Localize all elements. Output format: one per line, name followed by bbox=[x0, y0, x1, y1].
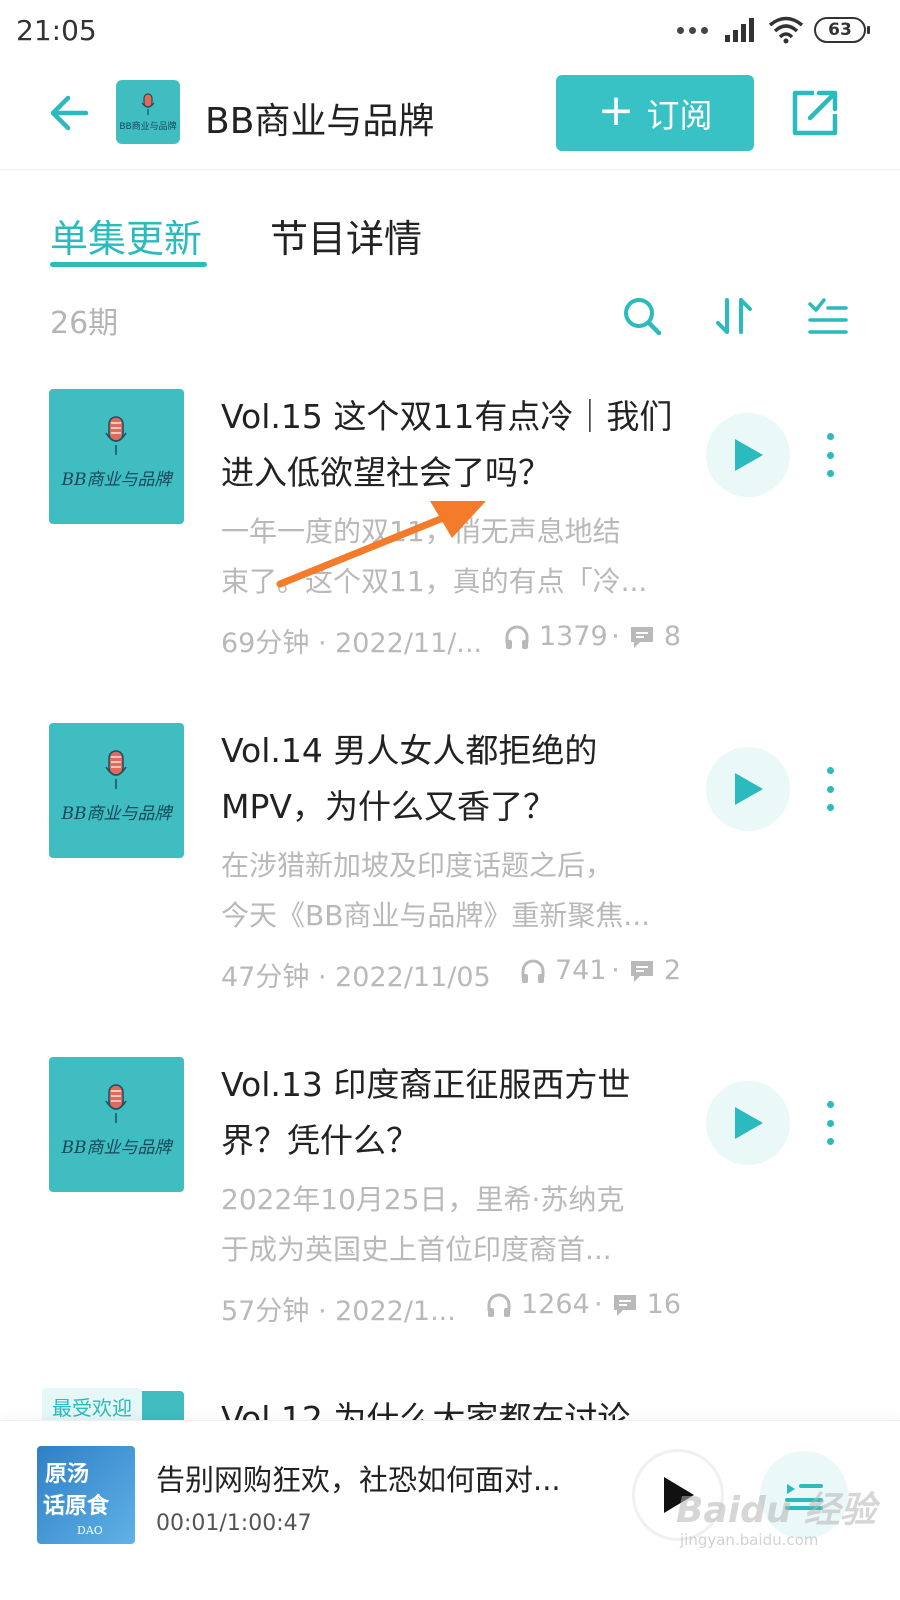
episode-meta: 69分钟 · 2022/11/... 1379 · 8 bbox=[221, 619, 681, 659]
comment-icon bbox=[630, 960, 653, 982]
listen-count: 1379 bbox=[503, 621, 608, 652]
tab-episodes[interactable]: 单集更新 bbox=[50, 208, 202, 263]
comment-count-value: 8 bbox=[663, 621, 681, 652]
comment-icon bbox=[613, 1294, 636, 1316]
episode-duration-date: 69分钟 · 2022/11/... bbox=[221, 628, 483, 659]
play-icon bbox=[735, 1107, 763, 1139]
mini-player[interactable]: 原汤 话原食 DAO 告别网购狂欢，社恐如何面对... 00:01/1:00:4… bbox=[0, 1420, 900, 1600]
microphone-icon bbox=[105, 416, 127, 455]
episode-cover: BB商业与品牌 bbox=[49, 723, 184, 858]
episode-meta: 47分钟 · 2022/11/05 741 · 2 bbox=[221, 953, 681, 993]
sort-icon bbox=[716, 298, 752, 334]
listen-count: 1264 bbox=[485, 1289, 590, 1320]
play-icon bbox=[735, 773, 763, 805]
episode-cover: BB商业与品牌 bbox=[49, 1057, 184, 1192]
subscribe-label: 订阅 bbox=[646, 96, 713, 135]
comment-count: · 8 bbox=[611, 621, 681, 652]
listen-count-value: 741 bbox=[555, 955, 607, 986]
cover-text: BB商业与品牌 bbox=[61, 804, 172, 824]
cover-text: 话原食 bbox=[43, 1493, 110, 1519]
cover-text: BB商业与品牌 bbox=[119, 121, 177, 132]
status-icons: 63 bbox=[677, 16, 870, 44]
headphones-icon bbox=[505, 625, 529, 649]
share-icon bbox=[792, 90, 838, 136]
comment-count: · 16 bbox=[594, 1289, 681, 1320]
episode-title[interactable]: Vol.13 印度裔正征服西方世界？凭什么？ bbox=[221, 1057, 681, 1169]
now-playing-title[interactable]: 告别网购狂欢，社恐如何面对... bbox=[156, 1457, 561, 1499]
episode-title[interactable]: Vol.15 这个双11有点冷｜我们进入低欲望社会了吗？ bbox=[221, 389, 681, 501]
subscribe-button[interactable]: + 订阅 bbox=[556, 75, 754, 151]
comment-count-value: 16 bbox=[646, 1289, 681, 1320]
search-icon bbox=[624, 298, 662, 336]
watermark: Baidu 经验 bbox=[676, 1490, 877, 1531]
episode-item[interactable]: BB商业与品牌 Vol.14 男人女人都拒绝的MPV，为什么又香了？ 在涉猎新加… bbox=[0, 723, 900, 1057]
play-button[interactable] bbox=[706, 1081, 790, 1165]
arrow-left-icon bbox=[50, 95, 89, 131]
more-options-button[interactable] bbox=[818, 1101, 842, 1145]
podcast-cover: BB商业与品牌 bbox=[116, 80, 180, 144]
batch-select-button[interactable] bbox=[806, 294, 850, 338]
episode-title[interactable]: Vol.14 男人女人都拒绝的MPV，为什么又香了？ bbox=[221, 723, 681, 835]
microphone-icon bbox=[105, 750, 127, 789]
watermark-url: jingyan.baidu.com bbox=[680, 1531, 819, 1549]
battery-indicator: 63 bbox=[814, 17, 870, 43]
sort-button[interactable] bbox=[712, 294, 756, 338]
episode-item[interactable]: BB商业与品牌 Vol.15 这个双11有点冷｜我们进入低欲望社会了吗？ 一年一… bbox=[0, 389, 900, 723]
more-options-button[interactable] bbox=[818, 767, 842, 811]
microphone-icon bbox=[141, 92, 155, 115]
back-button[interactable] bbox=[44, 88, 94, 138]
status-time: 21:05 bbox=[16, 14, 97, 47]
play-button[interactable] bbox=[706, 413, 790, 497]
comment-count: · 2 bbox=[611, 955, 681, 986]
page-title: BB商业与品牌 bbox=[205, 101, 435, 142]
episode-count: 26期 bbox=[50, 306, 119, 341]
listen-count: 741 bbox=[519, 955, 607, 986]
plus-icon: + bbox=[597, 85, 635, 136]
listen-count-value: 1264 bbox=[521, 1289, 590, 1320]
episode-item[interactable]: BB商业与品牌 Vol.13 印度裔正征服西方世界？凭什么？ 2022年10月2… bbox=[0, 1057, 900, 1391]
tab-indicator bbox=[50, 262, 207, 267]
tab-details[interactable]: 节目详情 bbox=[270, 208, 422, 263]
signal-icon bbox=[725, 18, 754, 42]
listen-count-value: 1379 bbox=[539, 621, 608, 652]
more-options-button[interactable] bbox=[818, 433, 842, 477]
cover-text: 原汤 bbox=[45, 1461, 90, 1487]
play-button[interactable] bbox=[706, 747, 790, 831]
cover-text: DAO bbox=[77, 1524, 103, 1537]
headphones-icon bbox=[521, 959, 545, 983]
header: BB商业与品牌 BB商业与品牌 + 订阅 bbox=[0, 62, 900, 170]
now-playing-cover: 原汤 话原食 DAO bbox=[37, 1446, 135, 1544]
episode-cover: BB商业与品牌 bbox=[49, 389, 184, 524]
share-button[interactable] bbox=[788, 86, 842, 140]
episode-duration-date: 47分钟 · 2022/11/05 bbox=[221, 962, 491, 993]
episode-title[interactable]: Vol.12 为什么大家都在讨论 bbox=[221, 1391, 681, 1420]
microphone-icon bbox=[105, 1084, 127, 1123]
status-bar: 21:05 63 bbox=[0, 0, 900, 62]
comment-count-value: 2 bbox=[663, 955, 681, 986]
play-icon bbox=[735, 439, 763, 471]
episode-meta: 57分钟 · 2022/1... 1264 · 16 bbox=[221, 1287, 681, 1327]
cover-text: BB商业与品牌 bbox=[61, 470, 172, 490]
episode-description: 在涉猎新加坡及印度话题之后， 今天《BB商业与品牌》重新聚焦... bbox=[221, 849, 651, 932]
now-playing-time: 00:01/1:00:47 bbox=[156, 1511, 312, 1536]
episode-description: 一年一度的双11，悄无声息地结 束了。这个双11，真的有点「冷... bbox=[221, 515, 648, 598]
headphones-icon bbox=[487, 1293, 511, 1317]
wifi-icon bbox=[768, 16, 804, 44]
checklist-icon bbox=[808, 298, 848, 334]
comment-icon bbox=[630, 626, 653, 648]
episode-description: 2022年10月25日，里希·苏纳克 于成为英国史上首位印度裔首... bbox=[221, 1183, 625, 1266]
episode-duration-date: 57分钟 · 2022/1... bbox=[221, 1296, 456, 1327]
search-button[interactable] bbox=[620, 294, 664, 338]
cover-text: BB商业与品牌 bbox=[61, 1138, 172, 1158]
more-dots-icon bbox=[677, 26, 708, 34]
